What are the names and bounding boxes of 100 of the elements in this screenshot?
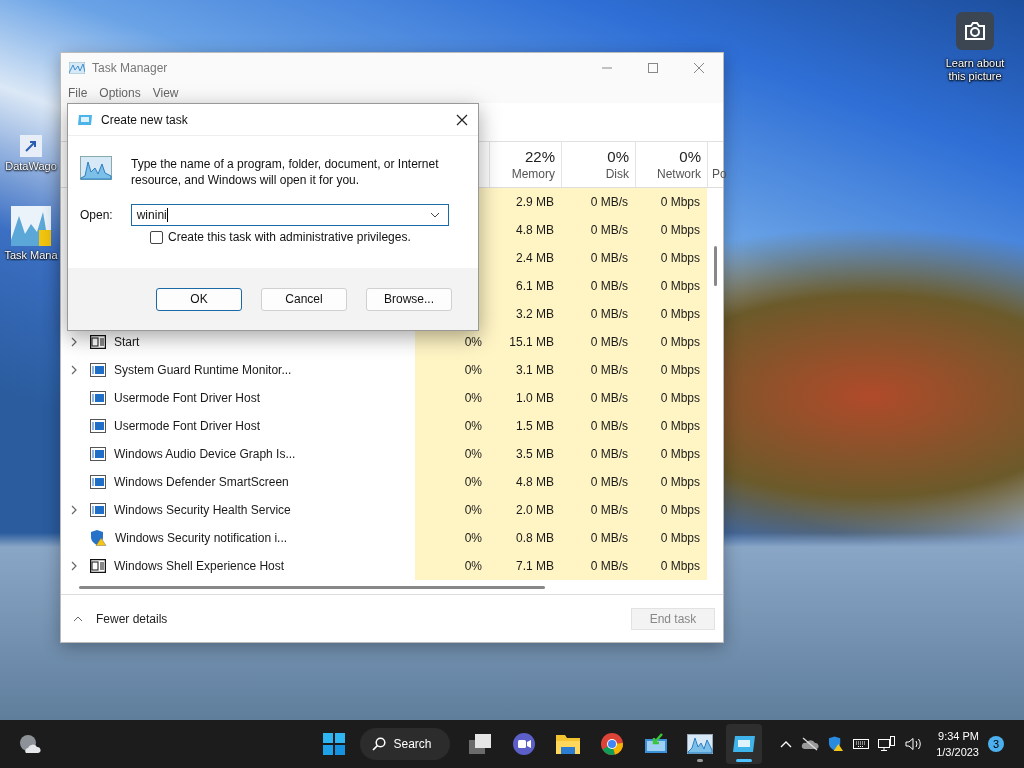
cpu-value: 0% [415, 356, 489, 384]
memory-value: 1.5 MB [489, 412, 561, 440]
chevron-icon[interactable] [70, 561, 78, 571]
memory-value: 3.2 MB [489, 300, 561, 328]
window-icon [90, 335, 106, 349]
close-icon[interactable] [456, 113, 468, 126]
weather-cloud-icon[interactable] [18, 733, 42, 755]
shield-warning-icon[interactable] [828, 736, 845, 752]
network-value: 0 Mbps [635, 440, 707, 468]
app-window-icon [90, 391, 106, 405]
open-label: Open: [80, 208, 113, 222]
chevron-icon[interactable] [70, 337, 78, 347]
process-name[interactable]: Usermode Font Driver Host [114, 391, 261, 405]
scrollbar-thumb[interactable] [714, 246, 717, 286]
folder-icon [554, 733, 581, 755]
cpu-value: 0% [415, 524, 489, 552]
disk-value: 0 MB/s [561, 188, 635, 216]
network-value: 0 Mbps [635, 524, 707, 552]
disk-value: 0 MB/s [561, 468, 635, 496]
memory-value: 3.1 MB [489, 356, 561, 384]
dialog-message: Type the name of a program, folder, document, or Internet resource, and Windows will open it for you. [131, 156, 440, 188]
network-value: 0 Mbps [635, 272, 707, 300]
maximize-icon[interactable] [647, 62, 659, 74]
cpu-value: 0% [415, 384, 489, 412]
fewer-details-button[interactable]: Fewer details [71, 609, 170, 628]
network-value: 0 Mbps [635, 356, 707, 384]
keyboard-icon[interactable] [853, 738, 870, 750]
chevron-icon[interactable] [70, 505, 78, 515]
process-name[interactable]: Usermode Font Driver Host [114, 419, 261, 433]
checkbox-label[interactable]: Create this task with administrative privileges. [168, 230, 411, 244]
app-window-icon [90, 419, 106, 433]
process-name[interactable]: System Guard Runtime Monitor... [114, 363, 292, 377]
download-monitor-icon [643, 733, 668, 755]
menu-item[interactable]: File [68, 86, 88, 100]
network-icon[interactable] [878, 736, 897, 752]
cpu-value: 0% [415, 496, 489, 524]
menu-item[interactable]: Options [99, 86, 141, 100]
process-name[interactable]: Windows Security Health Service [114, 503, 291, 517]
notification-badge[interactable]: 3 [988, 736, 1004, 752]
disk-value: 0 MB/s [561, 244, 635, 272]
chevron-up-icon [73, 615, 83, 622]
memory-value: 4.8 MB [489, 468, 561, 496]
dialog-button[interactable]: Browse... [366, 287, 452, 311]
process-name[interactable]: Windows Shell Experience Host [114, 559, 285, 573]
desktop-icon-label[interactable]: Task Mana [4, 249, 58, 261]
clock-time[interactable]: 9:34 PM [938, 728, 979, 744]
disk-value: 0 MB/s [561, 440, 635, 468]
dialog-button[interactable]: Cancel [261, 287, 347, 311]
search-button[interactable]: Search [360, 728, 450, 760]
start-icon[interactable] [322, 732, 347, 756]
checkbox[interactable] [150, 230, 163, 244]
spotlight-label[interactable]: Learn about this picture [938, 57, 1012, 84]
taskbar-app[interactable] [725, 724, 762, 764]
map-shortcut-icon[interactable] [20, 135, 42, 157]
process-name[interactable]: Windows Defender SmartScreen [114, 475, 289, 489]
memory-value: 3.5 MB [489, 440, 561, 468]
app-window-icon [90, 503, 106, 517]
menu-item[interactable]: View [152, 86, 179, 100]
clock-date[interactable]: 1/3/2023 [936, 744, 979, 760]
browser-icon [599, 732, 624, 756]
open-field[interactable]: winini [130, 204, 449, 226]
disk-value: 0 MB/s [561, 524, 635, 552]
column-header[interactable]: Disk [605, 167, 629, 181]
process-name[interactable]: Windows Audio Device Graph Is... [114, 447, 296, 461]
camera-icon[interactable] [956, 12, 994, 50]
memory-value: 2.4 MB [489, 244, 561, 272]
search-icon [372, 737, 387, 751]
process-name[interactable]: Start [114, 335, 140, 349]
process-name[interactable]: Windows Security notification i... [115, 531, 288, 545]
memory-value: 7.1 MB [489, 552, 561, 580]
disk-value: 0 MB/s [561, 552, 635, 580]
shield-warning-icon [90, 530, 107, 546]
chevron-icon[interactable] [70, 365, 78, 375]
column-percent: 0% [679, 148, 701, 165]
network-value: 0 Mbps [635, 496, 707, 524]
stacked-windows-icon [467, 733, 492, 755]
network-value: 0 Mbps [635, 412, 707, 440]
disk-value: 0 MB/s [561, 356, 635, 384]
column-header[interactable]: Network [657, 167, 701, 181]
window-icon [90, 559, 106, 573]
network-value: 0 Mbps [635, 552, 707, 580]
cpu-value: 0% [415, 552, 489, 580]
memory-value: 1.0 MB [489, 384, 561, 412]
memory-value: 6.1 MB [489, 272, 561, 300]
network-value: 0 Mbps [635, 384, 707, 412]
cloud-off-icon[interactable] [801, 737, 820, 751]
chart-app-icon [686, 734, 713, 754]
cpu-value: 0% [415, 440, 489, 468]
scrollbar-thumb[interactable] [79, 585, 545, 589]
column-header[interactable]: Memory [511, 167, 555, 181]
app-window-icon [90, 363, 106, 377]
cpu-value: 0% [415, 468, 489, 496]
column-percent: 0% [607, 148, 629, 165]
volume-icon[interactable] [905, 737, 924, 751]
disk-value: 0 MB/s [561, 300, 635, 328]
window-app-icon [731, 734, 756, 754]
window-title: Task Manager [92, 61, 168, 75]
network-value: 0 Mbps [635, 188, 707, 216]
chevron-up-icon[interactable] [780, 740, 793, 748]
dialog-button[interactable]: OK [156, 287, 242, 311]
